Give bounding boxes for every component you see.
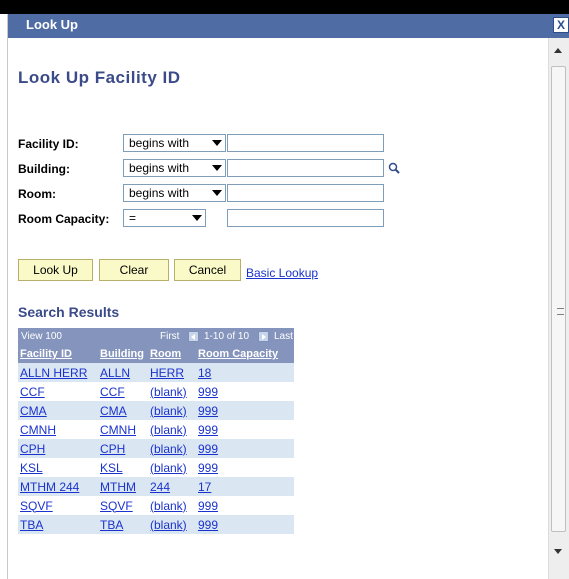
cell-room-capacity[interactable]: 999: [196, 458, 294, 477]
cell-room[interactable]: (blank): [148, 458, 196, 477]
column-header-building[interactable]: Building: [98, 345, 148, 363]
page-title: Look Up Facility ID: [18, 68, 181, 87]
building-label: Building:: [18, 162, 70, 176]
table-row: CCF CCF (blank) 999: [18, 382, 294, 401]
cell-facility-id[interactable]: SQVF: [18, 496, 98, 515]
table-row: CMNH CMNH (blank) 999: [18, 420, 294, 439]
lookup-button[interactable]: Look Up: [18, 259, 93, 281]
facility-id-operator-value: begins with: [129, 136, 190, 150]
cell-room[interactable]: (blank): [148, 382, 196, 401]
last-link[interactable]: Last: [274, 331, 293, 342]
column-header-room-capacity[interactable]: Room Capacity: [196, 345, 294, 363]
dialog-content: Look Up Facility ID Facility ID: begins …: [8, 38, 548, 579]
cell-room-capacity[interactable]: 17: [196, 477, 294, 496]
cell-room-capacity[interactable]: 999: [196, 420, 294, 439]
facility-id-label: Facility ID:: [18, 137, 79, 151]
room-label: Room:: [18, 187, 56, 201]
cell-room[interactable]: (blank): [148, 439, 196, 458]
cell-building[interactable]: ALLN: [98, 363, 148, 382]
facility-id-input[interactable]: [227, 134, 384, 152]
cell-building[interactable]: MTHM: [98, 477, 148, 496]
cell-building[interactable]: CCF: [98, 382, 148, 401]
cell-room-capacity[interactable]: 999: [196, 515, 294, 534]
chevron-down-icon: [212, 190, 222, 196]
table-row: TBA TBA (blank) 999: [18, 515, 294, 534]
cell-room[interactable]: 244: [148, 477, 196, 496]
cell-facility-id[interactable]: CCF: [18, 382, 98, 401]
cell-facility-id[interactable]: ALLN HERR: [18, 363, 98, 382]
chevron-down-icon: [212, 165, 222, 171]
grid-navigation-bar: View 100 First 1-10 of 10 Last: [18, 328, 294, 345]
prev-arrow-icon[interactable]: [188, 331, 199, 342]
dialog-title: Look Up: [26, 17, 78, 32]
scroll-grip-icon: [557, 308, 564, 315]
cell-building[interactable]: CPH: [98, 439, 148, 458]
view-all-link[interactable]: View 100: [21, 331, 62, 342]
cell-building[interactable]: SQVF: [98, 496, 148, 515]
cell-room[interactable]: (blank): [148, 496, 196, 515]
room-capacity-operator-select[interactable]: =: [123, 209, 206, 227]
cell-room[interactable]: (blank): [148, 420, 196, 439]
search-results-heading: Search Results: [18, 304, 120, 320]
results-table: Facility ID Building Room Room Capacity …: [18, 345, 294, 534]
dialog-titlebar: Look Up X: [8, 14, 569, 38]
close-icon[interactable]: X: [553, 17, 569, 33]
facility-id-operator-select[interactable]: begins with: [123, 134, 226, 152]
next-arrow-icon[interactable]: [258, 331, 269, 342]
building-input[interactable]: [227, 159, 384, 177]
table-row: CMA CMA (blank) 999: [18, 401, 294, 420]
top-strip: [0, 0, 569, 14]
room-operator-select[interactable]: begins with: [123, 184, 226, 202]
room-capacity-label: Room Capacity:: [18, 212, 110, 226]
room-operator-value: begins with: [129, 186, 190, 200]
room-input[interactable]: [227, 184, 384, 202]
cell-facility-id[interactable]: MTHM 244: [18, 477, 98, 496]
table-row: CPH CPH (blank) 999: [18, 439, 294, 458]
cell-room-capacity[interactable]: 999: [196, 439, 294, 458]
cell-room[interactable]: (blank): [148, 401, 196, 420]
search-icon[interactable]: [388, 162, 400, 174]
scrollbar-thumb[interactable]: [551, 66, 566, 532]
vertical-scrollbar[interactable]: [548, 38, 569, 579]
chevron-down-icon: [192, 215, 202, 221]
table-row: KSL KSL (blank) 999: [18, 458, 294, 477]
row-range: 1-10 of 10: [204, 331, 250, 342]
cell-building[interactable]: KSL: [98, 458, 148, 477]
cell-room[interactable]: (blank): [148, 515, 196, 534]
cell-building[interactable]: CMA: [98, 401, 148, 420]
cell-facility-id[interactable]: CMNH: [18, 420, 98, 439]
table-header-row: Facility ID Building Room Room Capacity: [18, 345, 294, 363]
basic-lookup-link[interactable]: Basic Lookup: [246, 266, 318, 280]
scroll-down-arrow-icon[interactable]: [554, 549, 562, 554]
cell-facility-id[interactable]: KSL: [18, 458, 98, 477]
window-left-border: [0, 14, 8, 579]
cell-room-capacity[interactable]: 999: [196, 382, 294, 401]
cell-room-capacity[interactable]: 999: [196, 496, 294, 515]
cell-facility-id[interactable]: TBA: [18, 515, 98, 534]
table-row: ALLN HERR ALLN HERR 18: [18, 363, 294, 382]
table-row: SQVF SQVF (blank) 999: [18, 496, 294, 515]
cell-building[interactable]: TBA: [98, 515, 148, 534]
column-header-room[interactable]: Room: [148, 345, 196, 363]
first-link[interactable]: First: [160, 331, 179, 342]
chevron-down-icon: [212, 140, 222, 146]
results-grid: View 100 First 1-10 of 10 Last Facility …: [18, 328, 294, 534]
cell-room[interactable]: HERR: [148, 363, 196, 382]
building-operator-value: begins with: [129, 161, 190, 175]
column-header-facility-id[interactable]: Facility ID: [18, 345, 98, 363]
cell-facility-id[interactable]: CPH: [18, 439, 98, 458]
cell-facility-id[interactable]: CMA: [18, 401, 98, 420]
building-operator-select[interactable]: begins with: [123, 159, 226, 177]
cell-room-capacity[interactable]: 18: [196, 363, 294, 382]
scroll-up-arrow-icon[interactable]: [554, 48, 562, 53]
cell-room-capacity[interactable]: 999: [196, 401, 294, 420]
room-capacity-operator-value: =: [129, 211, 137, 225]
clear-button[interactable]: Clear: [99, 259, 169, 281]
cancel-button[interactable]: Cancel: [174, 259, 241, 281]
cell-building[interactable]: CMNH: [98, 420, 148, 439]
room-capacity-input[interactable]: [227, 209, 384, 227]
table-row: MTHM 244 MTHM 244 17: [18, 477, 294, 496]
